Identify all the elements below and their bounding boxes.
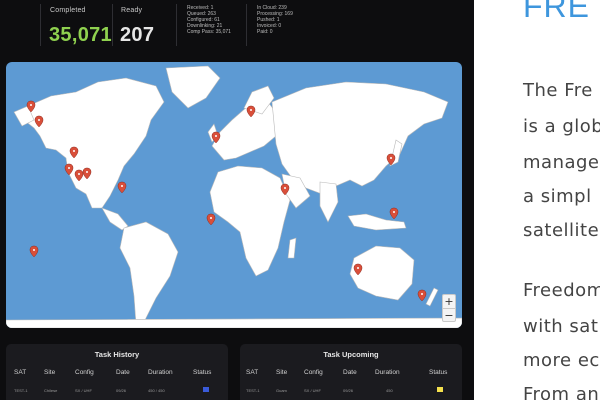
status-counts-right: In Cloud: 239 Processing: 169 Pushed: 1 … xyxy=(257,5,293,35)
land-madagascar xyxy=(287,237,297,259)
zoom-in-button[interactable]: + xyxy=(443,295,455,308)
column-header[interactable]: Status xyxy=(429,369,447,376)
article-text: Freedom xyxy=(523,280,600,301)
land-greenland xyxy=(165,65,221,109)
land-indonesia xyxy=(347,213,407,231)
task-upcoming-title: Task Upcoming xyxy=(323,350,379,359)
table-cell: Guam xyxy=(276,388,287,393)
column-header[interactable]: Site xyxy=(276,369,287,376)
table-cell: Chilese xyxy=(44,388,58,393)
divider xyxy=(112,4,113,46)
zoom-control: + − xyxy=(442,294,456,322)
article-panel: FRE The Fre is a glob manage a simpl sat… xyxy=(474,0,600,400)
column-header[interactable]: Duration xyxy=(375,369,400,376)
completed-value: 35,071 xyxy=(49,24,112,46)
article-text: a simpl xyxy=(523,186,592,207)
table-cell: 09/26 xyxy=(343,388,354,393)
status-indicator xyxy=(203,387,209,392)
status-indicator xyxy=(437,387,443,392)
article-text: The Fre xyxy=(523,80,593,101)
status-count: Paid: 0 xyxy=(257,29,273,35)
column-header[interactable]: Date xyxy=(116,369,130,376)
land-india xyxy=(319,181,339,223)
ready-value: 207 xyxy=(120,24,155,46)
land-new-zealand xyxy=(425,287,439,307)
column-header[interactable]: Config xyxy=(75,369,94,376)
table-cell: SX / UHF xyxy=(304,388,321,393)
map-pin-icon xyxy=(417,289,427,302)
article-title: FRE xyxy=(523,0,590,24)
table-cell: SX / UHF xyxy=(75,388,92,393)
land-africa xyxy=(209,165,291,277)
land-central-america xyxy=(101,207,129,231)
zoom-out-button[interactable]: − xyxy=(443,309,455,322)
world-map[interactable]: + − xyxy=(6,62,462,328)
table-cell: TEST-1 xyxy=(246,388,260,393)
completed-label: Completed xyxy=(50,7,86,14)
divider xyxy=(246,4,247,46)
column-header[interactable]: Config xyxy=(304,369,323,376)
column-header[interactable]: SAT xyxy=(14,369,26,376)
land-asia xyxy=(271,81,449,195)
land-south-america xyxy=(119,221,179,325)
map-pin-icon xyxy=(117,181,127,194)
column-header[interactable]: Site xyxy=(44,369,55,376)
task-upcoming-panel: Task Upcoming SAT Site Config Date Durat… xyxy=(240,344,462,400)
land-antarctica xyxy=(6,317,462,328)
table-cell: 450 xyxy=(386,388,393,393)
land-north-america xyxy=(23,77,165,209)
article-text: manage xyxy=(523,152,600,173)
status-counts-left: Received: 1 Queued: 263 Configured: 61 D… xyxy=(187,5,231,35)
table-cell: 09/26 xyxy=(116,388,127,393)
divider xyxy=(40,4,41,46)
article-text: From an xyxy=(523,384,600,400)
status-count: Comp Pass: 35,071 xyxy=(187,29,231,35)
table-cell: TEST-1 xyxy=(14,388,28,393)
article-text: satellite xyxy=(523,220,600,241)
dashboard-panel: Completed 35,071 Ready 207 Received: 1 Q… xyxy=(0,0,474,400)
land-europe xyxy=(211,101,281,161)
stats-bar: Completed 35,071 Ready 207 Received: 1 Q… xyxy=(0,0,474,56)
map-pin-icon xyxy=(206,213,216,226)
column-header[interactable]: Status xyxy=(193,369,211,376)
ready-label: Ready xyxy=(121,7,143,14)
article-text: more ec xyxy=(523,350,600,371)
column-header[interactable]: SAT xyxy=(246,369,258,376)
divider xyxy=(176,4,177,46)
column-header[interactable]: Duration xyxy=(148,369,173,376)
task-history-panel: Task History SAT Site Config Date Durati… xyxy=(6,344,228,400)
article-text: with sat xyxy=(523,316,599,337)
article-text: is a glob xyxy=(523,116,600,137)
task-history-title: Task History xyxy=(94,350,140,359)
world-map-svg xyxy=(6,65,462,328)
column-header[interactable]: Date xyxy=(343,369,357,376)
map-pin-icon xyxy=(29,245,39,258)
map-pin-icon xyxy=(389,207,399,220)
table-cell: 450 / 450 xyxy=(148,388,165,393)
